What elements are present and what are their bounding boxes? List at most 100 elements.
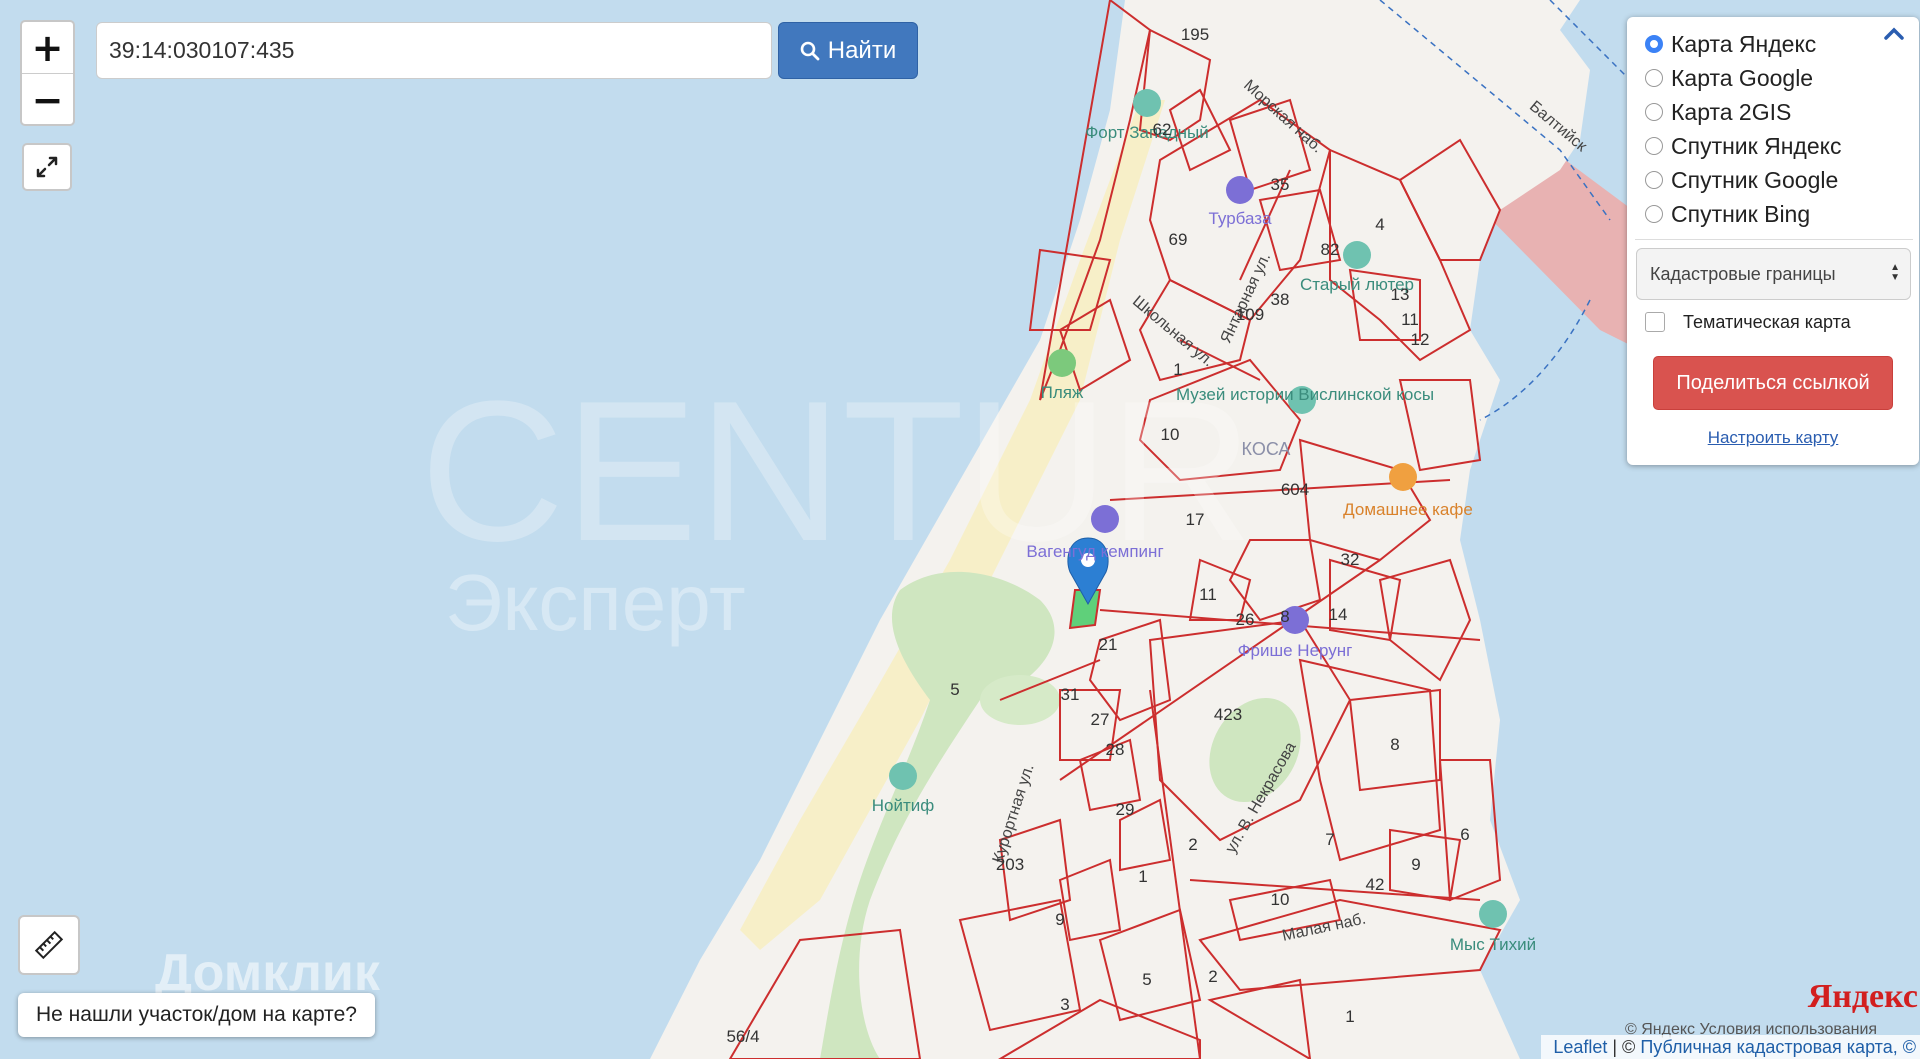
poi-label: Форт Западный [1085,123,1208,142]
yandex-logo: Яндекс [1807,978,1918,1015]
attribution-separator: | © [1607,1036,1641,1057]
parcel-number: 21 [1099,635,1118,654]
parcel-number: 203 [996,855,1024,874]
basemap-option[interactable]: Спутник Bing [1627,197,1919,231]
parcel-number: 62 [1153,120,1172,139]
cadastral-search-input[interactable] [96,22,772,79]
ruler-button[interactable] [18,915,80,975]
share-link-button[interactable]: Поделиться ссылкой [1653,356,1893,410]
overlay-select-value: Кадастровые границы [1650,263,1836,284]
basemap-option[interactable]: Карта Яндекс [1627,27,1919,61]
poi-label: Пляж [1041,383,1084,402]
parcel-number: 12 [1411,330,1430,349]
parcel-number: 8 [1280,607,1289,626]
overlay-select[interactable]: Кадастровые границы ▲ ▼ [1636,248,1911,300]
parcel-number: 32 [1341,550,1360,569]
parcel-number: 9 [1055,910,1064,929]
basemap-radio[interactable] [1645,171,1663,189]
parcel-number: 27 [1091,710,1110,729]
zoom-control: + − [20,20,75,126]
parcel-number: 109 [1236,305,1264,324]
thematic-map-toggle[interactable]: Тематическая карта [1627,300,1919,344]
basemap-radio[interactable] [1645,103,1663,121]
ruler-icon [34,930,64,960]
basemap-option[interactable]: Спутник Google [1627,163,1919,197]
parcel-number: 604 [1281,480,1309,499]
parcel-number: 9 [1411,855,1420,874]
parcel-number: 11 [1199,585,1217,604]
poi-label: Мыс Тихий [1450,935,1536,954]
leaflet-link[interactable]: Leaflet [1553,1037,1607,1058]
basemap-option-label: Спутник Яндекс [1671,132,1842,159]
basemap-options: Карта Яндекс Карта Google Карта 2GIS Спутни… [1627,27,1919,231]
not-found-button[interactable]: Не нашли участок/дом на карте? [18,993,375,1037]
poi-label: Турбаза [1208,209,1272,228]
parcel-number: 3 [1060,995,1069,1014]
divider [1635,239,1913,240]
parcel-number: 5 [1142,970,1151,989]
basemap-radio[interactable] [1645,35,1663,53]
parcel-number: 10 [1161,425,1180,444]
parcel-number: 2 [1188,835,1197,854]
layers-panel: Карта Яндекс Карта Google Карта 2GIS Спутни… [1627,17,1919,465]
parcel-number: 56/4 [726,1027,759,1046]
parcel-number: 2 [1208,967,1217,986]
basemap-option[interactable]: Спутник Яндекс [1627,129,1919,163]
fullscreen-button[interactable] [22,143,72,191]
attribution-bar: Leaflet | © Публичная кадастровая карта,… [1541,1035,1920,1059]
basemap-radio[interactable] [1645,137,1663,155]
parcel-number: 17 [1186,510,1205,529]
parcel-number: 4 [1375,215,1384,234]
parcel-number: 195 [1181,25,1209,44]
parcel-number: 5 [950,680,959,699]
basemap-option[interactable]: Карта 2GIS [1627,95,1919,129]
parcel-number: 82 [1321,240,1340,259]
poi-label: Музей истории Вислинской косы [1176,385,1434,404]
parcel-number: 1 [1345,1007,1354,1026]
poi-label: Домашнее кафе [1343,500,1473,519]
parcel-number: 1 [1138,867,1147,886]
basemap-option-label: Карта Яндекс [1671,30,1817,57]
configure-map-link[interactable]: Настроить карту [1627,428,1919,448]
parcel-number: 13 [1391,285,1410,304]
search-button-label: Найти [827,36,897,64]
parcel-number: 42 [1366,875,1385,894]
search-button[interactable]: Найти [778,22,918,79]
district-label: КОСА [1242,439,1291,459]
parcel-number: 7 [1325,830,1334,849]
basemap-option-label: Спутник Bing [1671,200,1811,227]
thematic-checkbox[interactable] [1645,312,1665,332]
parcel-number: 31 [1061,685,1080,704]
parcel-number: 11 [1401,310,1419,329]
parcel-number: 69 [1169,230,1188,249]
basemap-option[interactable]: Карта Google [1627,61,1919,95]
basemap-option-label: Карта 2GIS [1671,98,1792,125]
green-patch [980,675,1060,725]
parcel-number: 423 [1214,705,1242,724]
poi-label: Нойтиф [872,796,935,815]
zoom-out-button[interactable]: − [22,73,73,124]
parcel-number: 28 [1106,740,1125,759]
basemap-radio[interactable] [1645,69,1663,87]
poi-label: Фрише Нерунг [1238,641,1353,660]
zoom-in-button[interactable]: + [22,22,73,73]
parcel-number: 14 [1329,605,1348,624]
parcel-number: 35 [1271,175,1290,194]
parcel-number: 10 [1271,890,1290,909]
parcel-number: 38 [1271,290,1290,309]
cadastre-link[interactable]: Публичная кадастровая карта, © [1640,1037,1916,1058]
basemap-option-label: Спутник Google [1671,166,1839,193]
basemap-option-label: Карта Google [1671,64,1814,91]
search-icon [800,41,820,60]
parcel-number: 26 [1236,610,1255,629]
parcel-number: 6 [1460,825,1469,844]
thematic-label: Тематическая карта [1683,311,1851,332]
basemap-radio[interactable] [1645,205,1663,223]
parcel-number: 1 [1173,360,1182,379]
expand-icon [36,156,58,178]
watermark-expert: Эксперт [445,558,746,647]
parcel-number: 8 [1390,735,1399,754]
parcel-number: 29 [1116,800,1135,819]
select-arrows-icon: ▲ ▼ [1890,262,1900,283]
poi-label: Вагенгуд кемпинг [1026,542,1163,561]
